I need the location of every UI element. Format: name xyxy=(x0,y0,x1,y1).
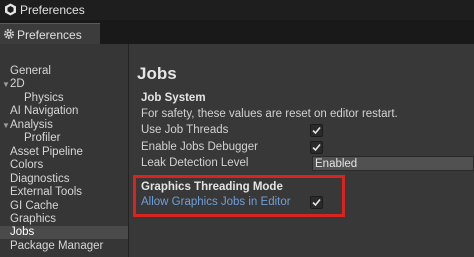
page-title: Jobs xyxy=(137,64,177,83)
sidebar-item-gi-cache[interactable]: GI Cache xyxy=(0,200,128,213)
dropdown-value: Enabled xyxy=(315,158,358,170)
sidebar-item-label: GI Cache xyxy=(10,200,59,212)
use-job-threads-checkbox[interactable] xyxy=(310,124,323,137)
sidebar-item-external-tools[interactable]: External Tools xyxy=(0,186,128,199)
enable-jobs-debugger-checkbox[interactable] xyxy=(310,141,323,154)
sidebar-item-profiler[interactable]: Profiler xyxy=(0,132,128,145)
sidebar-item-label: Asset Pipeline xyxy=(10,146,83,158)
enable-jobs-debugger-label: Enable Jobs Debugger xyxy=(141,141,258,153)
sidebar-item-label: 2D xyxy=(10,78,25,90)
sidebar-item-diagnostics[interactable]: Diagnostics xyxy=(0,173,128,186)
sidebar-item-label: Analysis xyxy=(10,119,53,131)
sidebar-item-label: Diagnostics xyxy=(10,173,70,185)
sidebar-item-label: Profiler xyxy=(24,132,61,144)
sidebar-item-label: Graphics xyxy=(10,213,57,225)
sidebar-item-label: External Tools xyxy=(10,186,83,198)
gear-icon xyxy=(4,29,14,39)
sidebar-item-colors[interactable]: Colors xyxy=(0,159,128,172)
sidebar-item-label: Colors xyxy=(10,159,44,171)
sidebar-item-label: Package Manager xyxy=(10,240,104,252)
highlight-box xyxy=(133,175,345,217)
sidebar-item-package-manager[interactable]: Package Manager xyxy=(0,240,128,253)
window-title: Preferences xyxy=(20,3,85,17)
sidebar-item-jobs[interactable]: Jobs xyxy=(0,226,128,239)
sidebar-item-graphics[interactable]: Graphics xyxy=(0,213,128,226)
sidebar-item-analysis[interactable]: ▼ Analysis xyxy=(0,119,128,132)
leak-detection-dropdown[interactable]: Enabled xyxy=(312,156,474,171)
sidebar-item-general[interactable]: General xyxy=(0,65,128,78)
sidebar-item-ai-navigation[interactable]: AI Navigation xyxy=(0,105,128,118)
sidebar-item-2d[interactable]: ▼ 2D xyxy=(0,78,128,91)
tab-strip: Preferences xyxy=(0,20,474,45)
sidebar-item-label: Physics xyxy=(24,92,64,104)
tab-label: Preferences xyxy=(17,28,82,42)
unity-logo-icon xyxy=(5,3,16,16)
section-note: For safety, these values are reset on ed… xyxy=(141,108,398,120)
sidebar-item-label: AI Navigation xyxy=(10,105,79,117)
checkmark-icon xyxy=(312,126,321,135)
sidebar-item-label: Jobs xyxy=(10,226,35,238)
leak-detection-label: Leak Detection Level xyxy=(141,157,249,169)
use-job-threads-label: Use Job Threads xyxy=(141,124,229,136)
caret-down-icon[interactable]: ▼ xyxy=(2,78,10,91)
sidebar-item-physics[interactable]: Physics xyxy=(0,92,128,105)
tab-preferences[interactable]: Preferences xyxy=(0,23,100,45)
sidebar-item-label: General xyxy=(10,65,51,77)
sidebar: General ▼ 2D Physics AI Navigation ▼ Ana… xyxy=(0,44,129,257)
checkmark-icon xyxy=(312,143,321,152)
title-bar: Preferences xyxy=(0,0,474,20)
section-title-job-system: Job System xyxy=(141,92,206,104)
caret-down-icon[interactable]: ▼ xyxy=(2,119,10,132)
sidebar-item-asset-pipeline[interactable]: Asset Pipeline xyxy=(0,146,128,159)
